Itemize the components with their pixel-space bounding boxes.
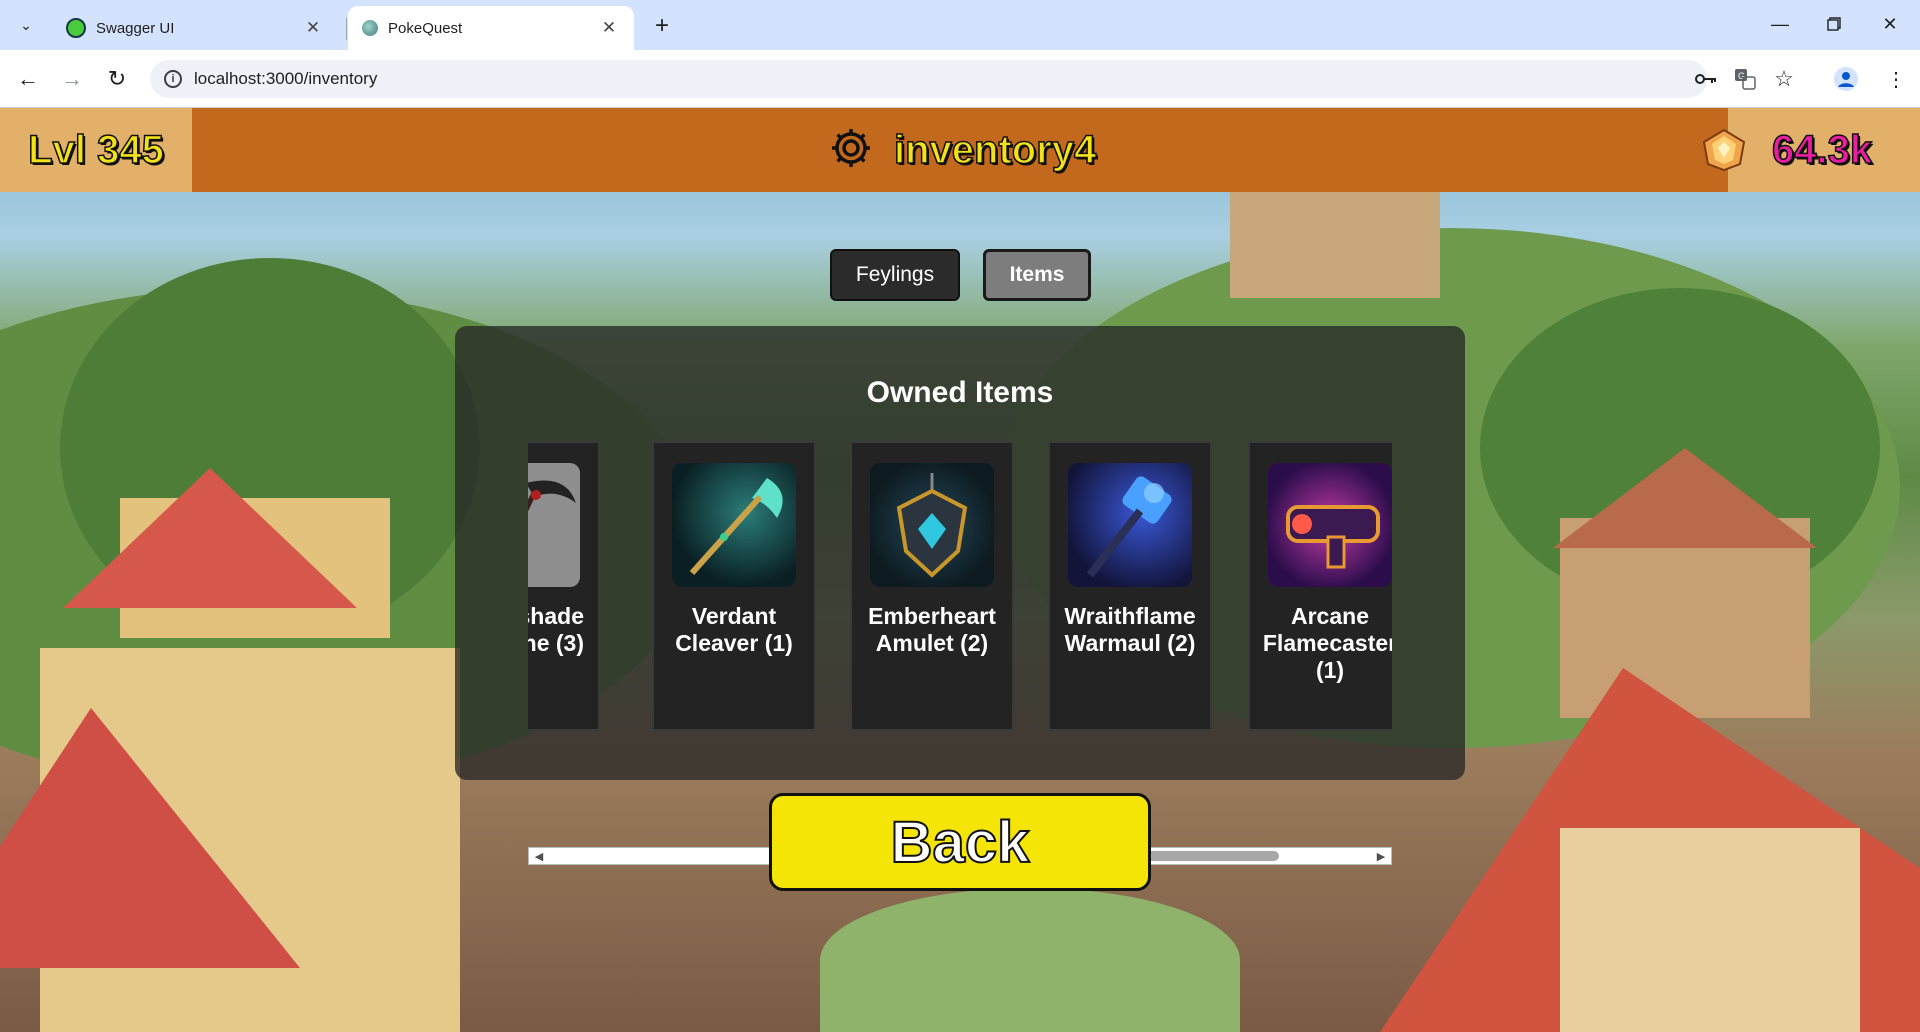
tab-title: Swagger UI <box>96 19 175 37</box>
item-name: :shade he (3) <box>528 603 598 657</box>
player-level: Lvl 345 <box>0 108 192 192</box>
item-card[interactable]: Arcane Flamecaster (1) <box>1248 441 1392 731</box>
owned-items-panel: Owned Items :shade he (3) Verdant Cleave… <box>455 326 1465 865</box>
game-viewport: Lvl 345 inventory4 64.3k Feylings Items … <box>0 108 1920 1032</box>
pokequest-favicon-icon <box>362 20 378 36</box>
item-card[interactable]: Verdant Cleaver (1) <box>652 441 816 731</box>
tab-close-icon[interactable]: ✕ <box>598 17 620 39</box>
top-hud-bar: Lvl 345 inventory4 64.3k <box>0 108 1920 192</box>
back-arrow-icon[interactable]: ← <box>10 61 46 97</box>
browser-tabstrip: ⌄ Swagger UI ✕ PokeQuest ✕ + — ✕ <box>0 0 1920 50</box>
url-text: localhost:3000/inventory <box>194 69 378 88</box>
browser-tab-swagger[interactable]: Swagger UI ✕ <box>52 6 338 50</box>
verdant-cleaver-icon <box>672 463 796 587</box>
item-name-text: :shade he (3) <box>528 603 584 656</box>
reload-icon[interactable]: ↻ <box>99 61 135 97</box>
tab-title: PokeQuest <box>388 19 463 37</box>
item-card[interactable]: :shade he (3) <box>528 441 600 731</box>
currency-amount: 64.3k <box>1771 127 1873 173</box>
wraithflame-warmaul-icon <box>1068 463 1192 587</box>
back-button[interactable]: Back <box>769 793 1151 891</box>
bookmark-star-icon[interactable]: ☆ <box>1768 63 1800 95</box>
item-card[interactable]: Emberheart Amulet (2) <box>850 441 1014 731</box>
minimize-icon[interactable]: — <box>1760 8 1800 40</box>
item-card[interactable]: Wraithflame Warmaul (2) <box>1048 441 1212 731</box>
svg-text:G: G <box>1738 71 1745 81</box>
site-info-icon[interactable]: i <box>164 70 182 88</box>
tab-divider <box>346 18 347 40</box>
panel-title: Owned Items <box>866 376 1054 409</box>
emberheart-amulet-icon <box>870 463 994 587</box>
new-tab-icon[interactable]: + <box>648 12 676 40</box>
tab-items[interactable]: Items <box>983 249 1091 301</box>
tab-search-dropdown-icon[interactable]: ⌄ <box>10 9 42 41</box>
page-title: inventory4 <box>893 127 1097 173</box>
password-key-icon[interactable] <box>1690 63 1722 95</box>
menu-kebab-icon[interactable]: ⋮ <box>1880 63 1912 95</box>
scroll-right-icon[interactable]: ▶ <box>1373 849 1389 863</box>
item-name: Emberheart Amulet (2) <box>868 603 996 656</box>
hud-title-group: inventory4 <box>828 122 1097 178</box>
tab-close-icon[interactable]: ✕ <box>302 17 324 39</box>
item-name: Wraithflame Warmaul (2) <box>1064 603 1196 656</box>
scroll-left-icon[interactable]: ◀ <box>531 849 547 863</box>
forward-arrow-icon[interactable]: → <box>54 61 90 97</box>
profile-avatar-icon[interactable] <box>1830 63 1862 95</box>
gem-currency-icon <box>1700 128 1748 172</box>
item-name: Arcane Flamecaster (1) <box>1262 603 1392 683</box>
tab-feylings[interactable]: Feylings <box>830 249 960 301</box>
item-name: Verdant Cleaver (1) <box>675 603 793 656</box>
restore-icon[interactable] <box>1814 8 1854 40</box>
browser-toolbar: ← → ↻ i localhost:3000/inventory G ☆ ⋮ <box>0 50 1920 108</box>
settings-gear-icon[interactable] <box>828 125 874 176</box>
translate-icon[interactable]: G <box>1729 63 1761 95</box>
address-bar[interactable]: i localhost:3000/inventory <box>150 60 1707 98</box>
items-carousel[interactable]: :shade he (3) Verdant Cleaver (1) Emberh… <box>528 441 1392 731</box>
window-close-icon[interactable]: ✕ <box>1870 8 1910 40</box>
arcane-flamecaster-icon <box>1268 463 1392 587</box>
swagger-favicon-icon <box>66 18 86 38</box>
browser-tab-pokequest[interactable]: PokeQuest ✕ <box>348 6 634 50</box>
scythe-item-icon <box>528 463 580 587</box>
